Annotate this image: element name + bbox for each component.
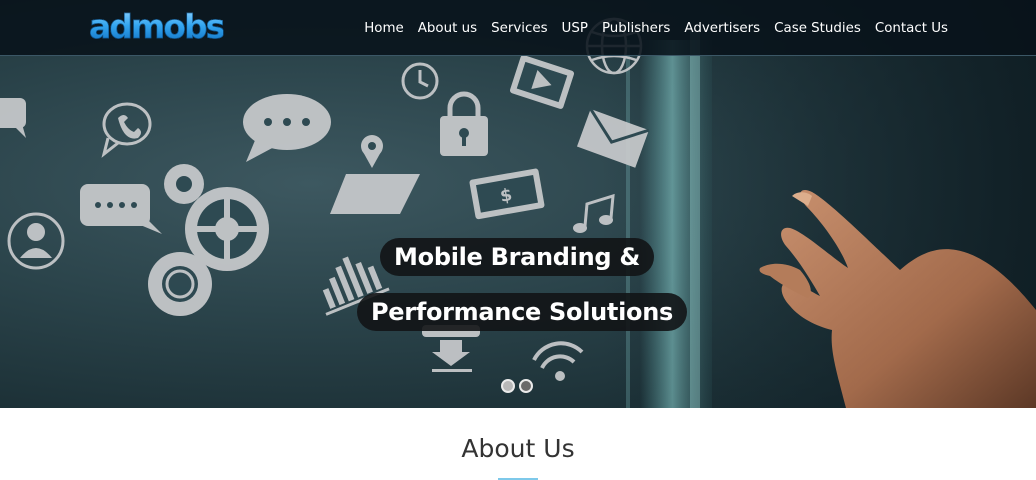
slider-dot-1[interactable] <box>501 379 515 393</box>
clock-icon <box>401 62 439 100</box>
nav-case-studies-link[interactable]: Case Studies <box>774 21 861 36</box>
slider-dots <box>501 379 537 393</box>
nav-publishers-link[interactable]: Publishers <box>602 21 670 36</box>
phone-bubble-icon <box>101 102 152 158</box>
top-navbar: admobs Home About us Services USP Publis… <box>0 0 1036 56</box>
gears-icon <box>148 164 269 316</box>
slider-dot-2[interactable] <box>519 379 533 393</box>
typing-bubble-icon <box>80 184 162 234</box>
nav-services-link[interactable]: Services <box>491 21 547 36</box>
nav-home-link[interactable]: Home <box>364 21 404 36</box>
nav-usp-link[interactable]: USP <box>562 21 588 36</box>
user-icon <box>7 212 65 270</box>
wifi-icon <box>532 341 584 381</box>
nav-about-link[interactable]: About us <box>418 21 477 36</box>
about-title: About Us <box>461 434 575 463</box>
about-section: About Us <box>0 408 1036 480</box>
speech-bubble-icon <box>243 94 331 162</box>
admobs-logo[interactable]: admobs <box>89 8 226 45</box>
video-icon <box>509 55 575 109</box>
nav-contact-link[interactable]: Contact Us <box>875 21 948 36</box>
main-nav: Home About us Services USP Publishers Ad… <box>350 0 948 56</box>
map-pin-icon <box>330 135 420 214</box>
nav-advertisers-link[interactable]: Advertisers <box>684 21 760 36</box>
hero-headline-line2: Performance Solutions <box>357 293 687 331</box>
page: $ Mobile Branding & Performance Solution… <box>0 0 1036 480</box>
dollar-icon: $ <box>469 168 545 220</box>
chat-bubble-icon <box>0 98 26 138</box>
hero-slider: $ Mobile Branding & Performance Solution… <box>0 0 1036 408</box>
hero-headline-line1: Mobile Branding & <box>380 238 654 276</box>
lock-icon <box>440 91 488 156</box>
download-cloud-icon <box>422 325 480 372</box>
hero-background-art: $ <box>0 0 1036 408</box>
